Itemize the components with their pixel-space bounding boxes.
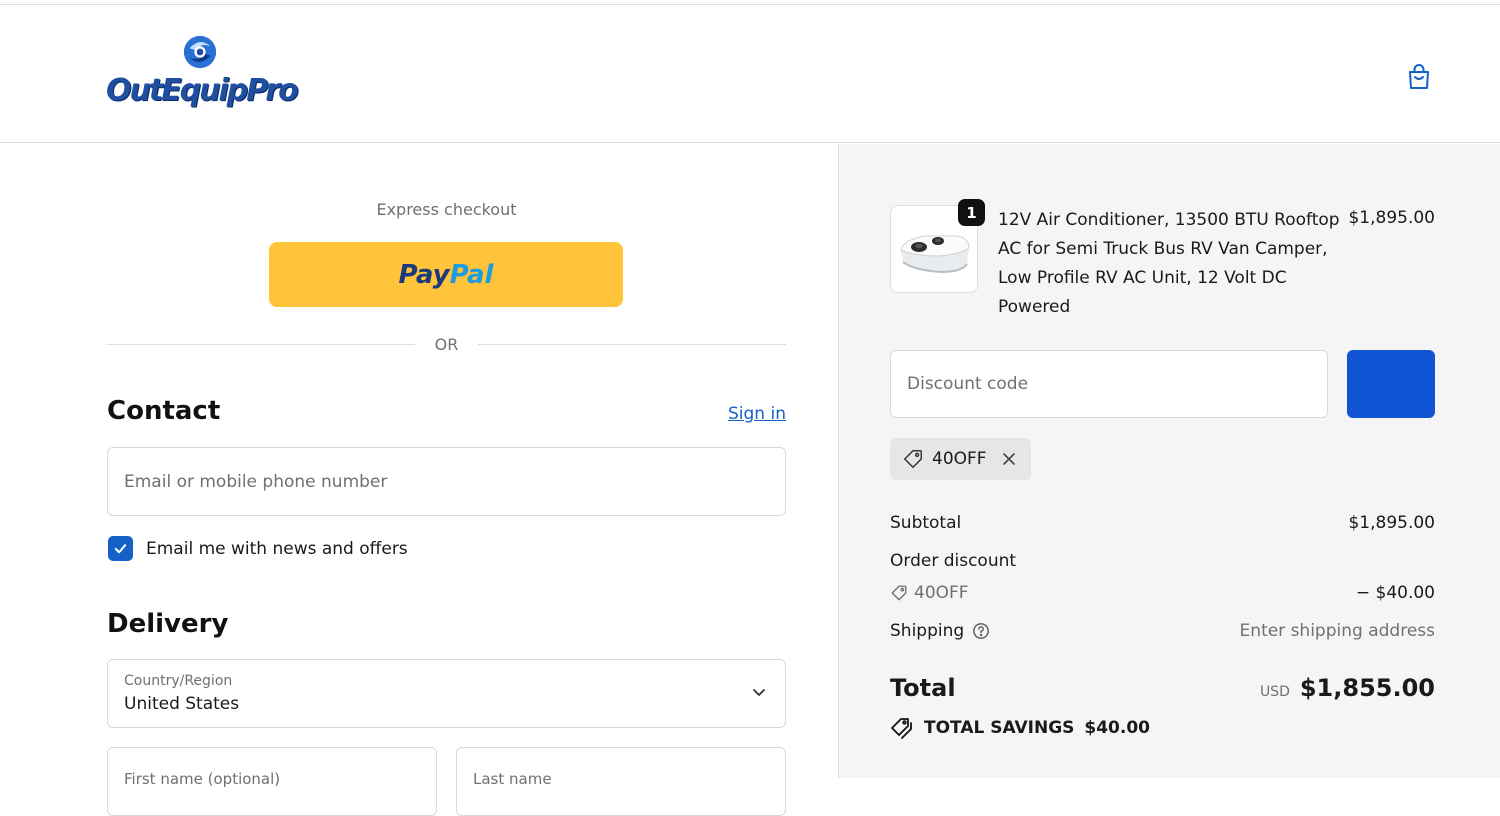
shipping-value: Enter shipping address (1239, 621, 1435, 641)
savings-label: TOTAL SAVINGS (924, 718, 1075, 738)
quantity-badge: 1 (958, 199, 985, 226)
product-name: 12V Air Conditioner, 13500 BTU Rooftop A… (998, 210, 1340, 317)
country-value: United States (124, 694, 240, 714)
total-savings: TOTAL SAVINGS $40.00 (890, 716, 1150, 740)
help-circle-icon[interactable] (972, 622, 990, 640)
or-divider: OR (107, 333, 786, 357)
close-icon (1002, 453, 1015, 465)
contact-heading: Contact (107, 396, 221, 426)
country-select[interactable]: Country/Region United States (107, 659, 786, 728)
logo-swirl-icon (183, 35, 217, 69)
tag-icon (904, 450, 922, 468)
or-text: OR (416, 335, 477, 354)
logo-text: OutEquipPro (106, 73, 299, 108)
subtotal-value: $1,895.00 (1348, 513, 1435, 533)
paypal-logo-pay: Pay (398, 259, 450, 290)
shipping-label: Shipping (890, 621, 965, 641)
news-offers-checkbox[interactable] (108, 536, 133, 561)
order-discount-label: Order discount (890, 551, 1017, 571)
subtotal-label: Subtotal (890, 513, 962, 533)
discount-code-row: 40OFF − $40.00 (890, 583, 1435, 607)
order-discount-row: Order discount (890, 551, 1435, 571)
order-summary: 1 12V Air Conditioner, 13500 BTU Rooftop… (838, 144, 1500, 778)
total-amount: $1,855.00 (1299, 674, 1435, 702)
tag-icon (891, 585, 907, 601)
discount-code-input[interactable] (891, 351, 1327, 417)
last-name-field-wrapper: Last name (456, 747, 786, 816)
store-logo[interactable]: OutEquipPro (106, 33, 306, 123)
shipping-row: Shipping Enter shipping address (890, 621, 1435, 641)
remove-code-button[interactable] (1001, 451, 1017, 467)
currency-code: USD (1259, 684, 1290, 700)
shopping-bag-icon[interactable] (1403, 61, 1435, 93)
sign-in-link[interactable]: Sign in (728, 404, 786, 424)
discount-field-wrapper (890, 350, 1328, 418)
delivery-heading: Delivery (107, 609, 229, 639)
first-name-field-wrapper: First name (optional) (107, 747, 437, 816)
savings-value: $40.00 (1084, 718, 1150, 738)
applied-discount-chip: 40OFF (890, 438, 1031, 480)
email-field[interactable] (108, 448, 785, 515)
checkout-form: Express checkout Pay Pal OR Contact Sign … (0, 144, 838, 816)
last-name-field[interactable]: Last name (473, 770, 552, 788)
checkmark-icon (114, 544, 127, 554)
product-price: $1,895.00 (1348, 208, 1435, 228)
savings-tags-icon (891, 718, 912, 739)
country-label: Country/Region (124, 673, 233, 689)
paypal-button[interactable]: Pay Pal (269, 242, 623, 307)
first-name-field[interactable]: First name (optional) (124, 770, 280, 788)
express-checkout-label: Express checkout (376, 200, 517, 219)
apply-discount-button[interactable] (1347, 350, 1435, 418)
site-header: OutEquipPro (0, 5, 1500, 143)
applied-code-text: 40OFF (932, 449, 987, 469)
paypal-logo-pal: Pal (449, 259, 494, 290)
discount-value: − $40.00 (1355, 583, 1435, 603)
subtotal-row: Subtotal $1,895.00 (890, 513, 1435, 533)
email-field-wrapper (107, 447, 786, 516)
chevron-down-icon (753, 689, 765, 696)
total-amount-group: USD $1,855.00 (1260, 674, 1435, 702)
total-label: Total (890, 674, 956, 702)
discount-code-label: 40OFF (914, 583, 969, 603)
news-offers-label: Email me with news and offers (146, 539, 408, 559)
